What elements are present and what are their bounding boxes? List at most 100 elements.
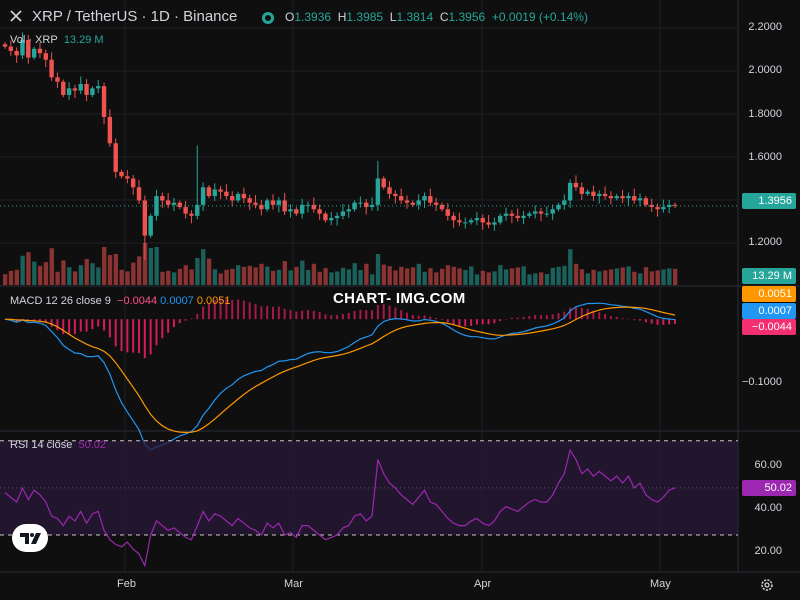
candle-body (480, 218, 485, 223)
volume-badge: 13.29 M (742, 268, 796, 284)
volume-bar (422, 271, 427, 285)
macd-histogram-bar (301, 310, 304, 320)
macd-histogram-bar (650, 319, 653, 324)
candle-body (626, 196, 631, 199)
rsi-tick: 60.00 (754, 459, 782, 471)
macd-histogram-bar (516, 317, 519, 320)
price-tick: 2.0000 (748, 64, 782, 76)
candle-body (398, 196, 404, 201)
volume-bar (282, 261, 287, 285)
candle-body (364, 202, 369, 208)
candle-body (515, 215, 520, 219)
candle-body (241, 193, 247, 199)
macd-histogram-bar (126, 319, 129, 353)
candle-body (334, 215, 340, 219)
candle-body (200, 187, 206, 205)
macd-histogram-bar (656, 319, 659, 325)
candle-body (329, 218, 334, 221)
volume-bar (521, 266, 526, 285)
volume-bar (638, 273, 643, 285)
macd-histogram-bar (178, 319, 181, 324)
macd-histogram-bar (522, 316, 525, 320)
price-tick: 2.2000 (748, 21, 782, 33)
macd-histogram-bar (668, 319, 671, 325)
macd-histogram-bar (644, 319, 647, 323)
macd-histogram-bar (621, 318, 624, 320)
macd-histogram-bar (132, 319, 135, 353)
candle-body (183, 207, 188, 214)
candle-body (43, 53, 48, 60)
macd-histogram-bar (440, 319, 443, 320)
volume-bar (579, 269, 585, 285)
volume-bar (474, 274, 480, 285)
candle-body (532, 211, 538, 214)
close-value: 1.3956 (448, 10, 486, 24)
symbol-title[interactable]: XRP / TetherUS · 1D · Binance (32, 8, 237, 25)
volume-bar (486, 272, 491, 285)
price-tick: 1.2000 (748, 236, 782, 248)
candle-body (264, 200, 270, 210)
macd-histogram-bar (336, 315, 339, 320)
volume-bar (533, 273, 538, 285)
gear-icon[interactable] (760, 578, 774, 592)
candle-body (212, 189, 217, 197)
tradingview-logo-icon[interactable] (12, 524, 48, 552)
macd-legend: MACD 12 26 close 9 −0.0044 0.0007 0.0051 (10, 295, 231, 307)
volume-bar (96, 267, 101, 285)
candle-body (608, 196, 614, 199)
volume-bar (26, 252, 31, 285)
candle-body (375, 178, 381, 205)
volume-bar (119, 269, 124, 285)
volume-bar (346, 269, 352, 285)
candle-body (468, 220, 474, 223)
volume-bar (49, 248, 54, 285)
macd-histogram-bar (103, 319, 106, 331)
volume-bar (90, 263, 95, 285)
volume-bar (591, 269, 596, 285)
volume-bar (340, 267, 346, 285)
volume-bar (183, 265, 188, 285)
macd-histogram-bar (85, 319, 88, 332)
chart-header: XRP / TetherUS · 1D · Binance O1.3936 H1… (0, 0, 800, 32)
candle-body (358, 202, 363, 204)
candle-body (90, 88, 95, 95)
macd-histogram-bar (510, 317, 513, 320)
time-tick: Feb (117, 578, 136, 590)
macd-histogram-bar (545, 315, 548, 320)
macd-histogram-bar (615, 316, 618, 320)
market-status-icon (262, 12, 274, 24)
candle-body (416, 200, 421, 205)
macd-badge: 0.0007 (742, 303, 796, 319)
macd-histogram-bar (627, 318, 630, 320)
candle-body (503, 213, 509, 216)
macd-histogram-bar (283, 308, 286, 320)
volume-bar (649, 271, 655, 285)
candle-body (101, 86, 107, 117)
volume-bar (84, 259, 89, 285)
volume-bar (667, 268, 672, 285)
macd-histogram-bar (604, 314, 607, 320)
candle-body (259, 204, 264, 210)
macd-histogram-bar (551, 314, 554, 320)
volume-bar (550, 267, 555, 285)
macd-histogram-bar (376, 305, 379, 320)
volume-bar (387, 266, 392, 285)
macd-histogram-bar (79, 319, 82, 332)
candle-body (498, 215, 503, 223)
volume-bar (620, 267, 625, 285)
volume-bar (230, 268, 235, 285)
volume-bar (492, 271, 497, 285)
rsi-badge: 50.02 (742, 480, 796, 496)
candle-body (666, 204, 672, 208)
macd-histogram-bar (138, 319, 140, 354)
signal-line (4, 306, 676, 434)
close-icon[interactable] (9, 9, 23, 23)
volume-bar (189, 269, 194, 285)
signal-badge: 0.0051 (742, 286, 796, 302)
volume-bar (480, 270, 486, 285)
volume-bar (294, 266, 299, 285)
volume-bar (107, 255, 113, 285)
macd-histogram-bar (557, 313, 560, 320)
candle-body (428, 196, 433, 203)
volume-bar (14, 269, 19, 285)
